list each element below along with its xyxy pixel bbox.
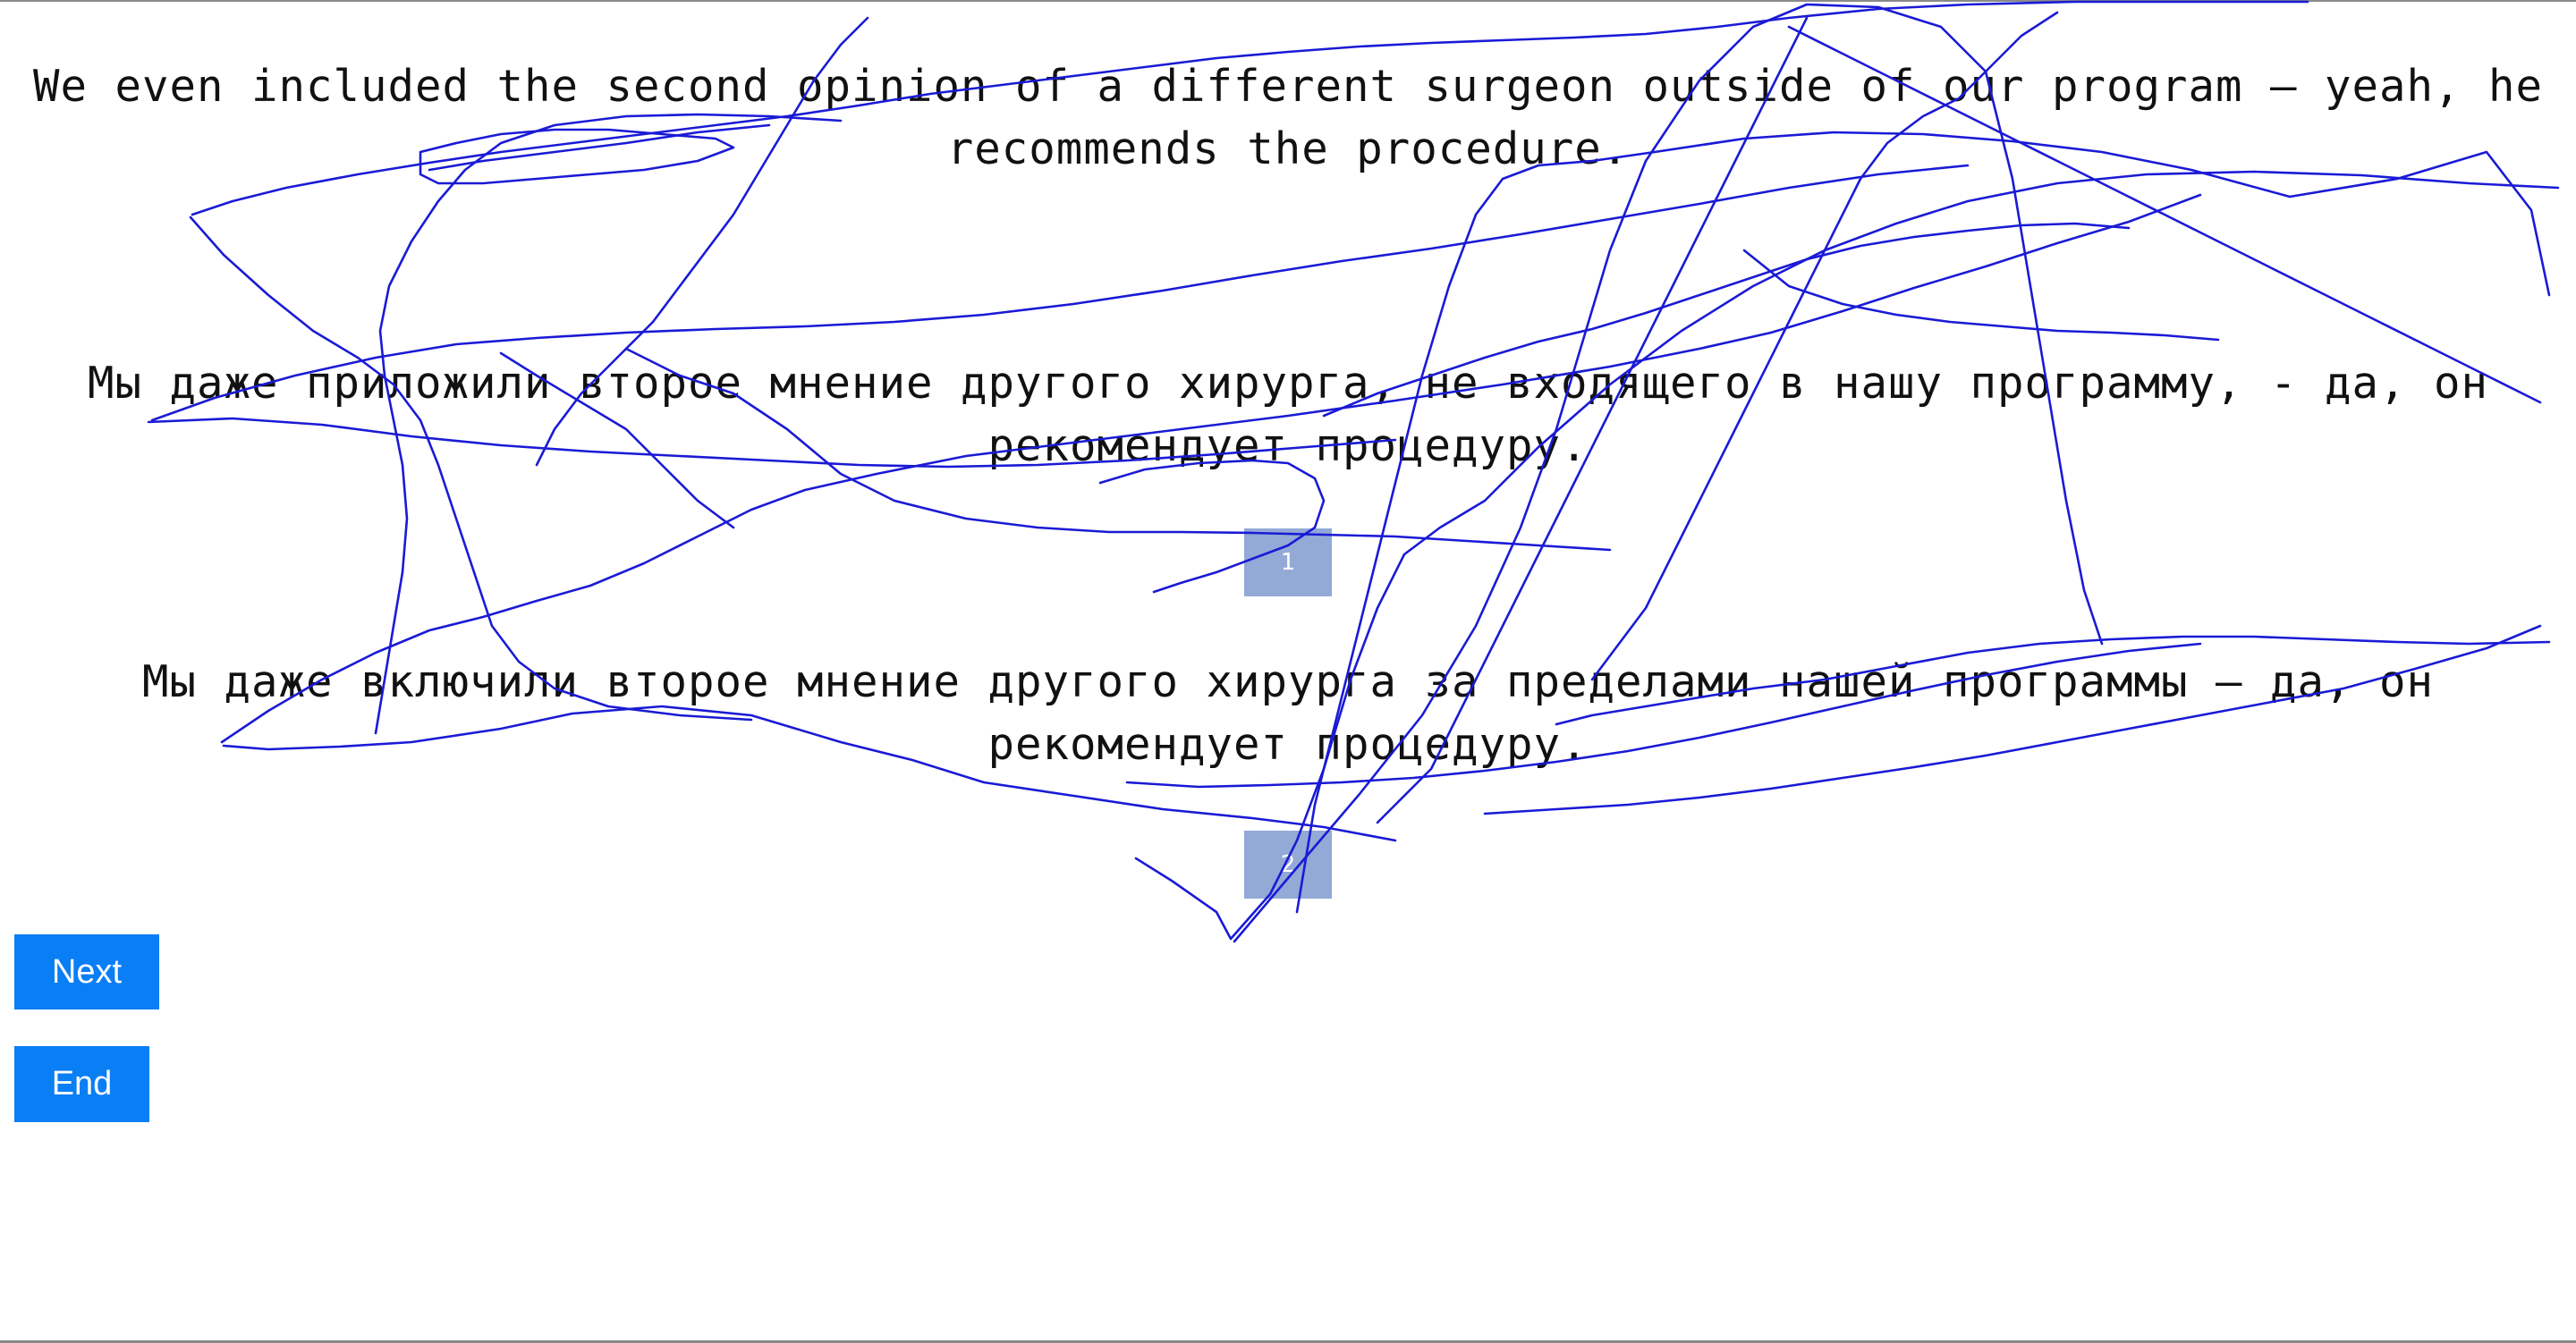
scribble-stroke-21 <box>1742 249 2220 342</box>
translation-option-1: Мы даже приложили второе мнение другого … <box>87 358 2489 471</box>
next-button[interactable]: Next <box>14 934 159 1009</box>
end-button[interactable]: End <box>14 1046 149 1122</box>
rank-badge-1[interactable]: 1 <box>1244 528 1332 596</box>
scribble-stroke-2 <box>1295 131 2551 914</box>
scribble-stroke-3 <box>1134 170 2560 941</box>
top-border <box>0 0 2576 2</box>
source-sentence: We even included the second opinion of a… <box>32 61 2544 174</box>
translation-option-2: Мы даже включили второе мнение другого х… <box>141 656 2435 770</box>
rank-badge-2[interactable]: 2 <box>1244 831 1332 899</box>
